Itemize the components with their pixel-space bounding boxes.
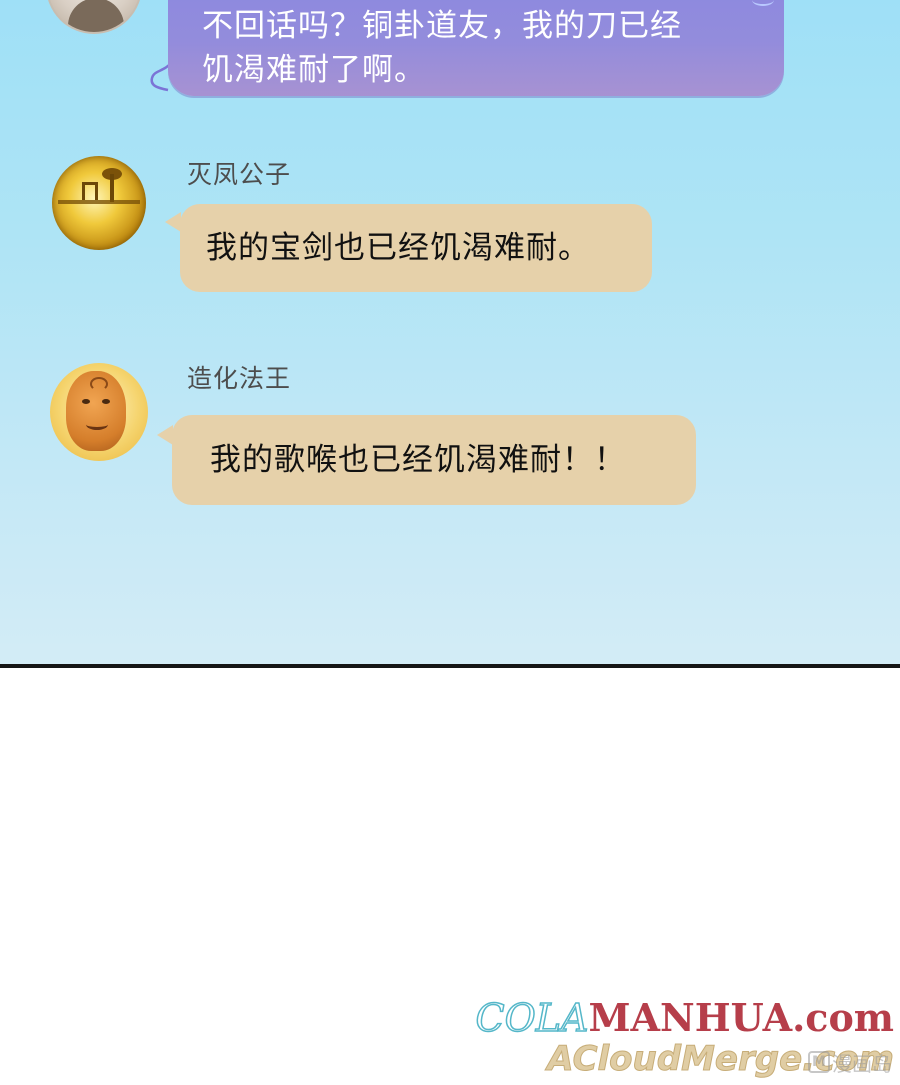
golden-deer-avatar-icon[interactable]: [52, 156, 146, 250]
eye-icon: [102, 399, 110, 404]
sender-name: 造化法王: [187, 364, 292, 393]
bubble-tail-icon: [165, 212, 181, 232]
panel-divider: [0, 664, 900, 668]
horizon-line: [58, 200, 140, 204]
message-line: 不回话吗？铜卦道友，我的刀已经: [202, 8, 682, 44]
bubble-tail-icon: [157, 425, 173, 445]
manhua-logo-icon: M: [808, 1051, 830, 1073]
watermark: COLAMANHUA.com ACloudMerge.com M 漫画岛: [475, 995, 895, 1084]
avatar-shoulder: [68, 0, 124, 32]
baby-figure-avatar-icon[interactable]: [50, 363, 148, 461]
message-line: 饥渴难耐了啊。: [202, 52, 426, 88]
watermark-badge: M 漫画岛: [784, 1046, 892, 1078]
portrait-avatar-icon[interactable]: [46, 0, 142, 34]
tree-trunk: [110, 174, 114, 202]
message-bubble-2: 我的宝剑也已经饥渴难耐。: [180, 204, 652, 292]
sender-name: 灭凤公子: [187, 160, 292, 189]
message-bubble-1: 不回话吗？铜卦道友，我的刀已经 饥渴难耐了啊。: [168, 0, 784, 96]
watermark-cola: COLA: [475, 995, 589, 1041]
deer-icon: [82, 182, 98, 200]
watermark-line-1: COLAMANHUA.com: [475, 995, 894, 1041]
mouth-icon: [86, 419, 108, 430]
watermark-badge-text: 漫画岛: [832, 1051, 892, 1076]
chat-panel: 不回话吗？铜卦道友，我的刀已经 饥渴难耐了啊。 灭凤公子 我的宝剑也已经饥渴难耐…: [0, 0, 900, 664]
message-bubble-3: 我的歌喉也已经饥渴难耐！！: [172, 415, 696, 505]
watermark-manhua: MANHUA.com: [588, 995, 894, 1040]
eye-icon: [82, 399, 90, 404]
hair-curl-icon: [90, 377, 108, 391]
